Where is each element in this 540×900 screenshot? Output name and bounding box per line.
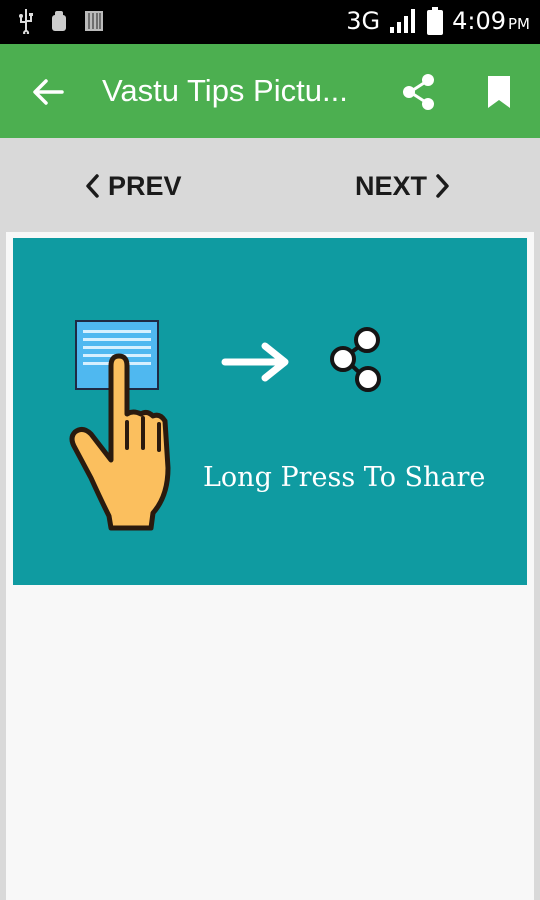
- bookmark-icon[interactable]: [484, 74, 514, 110]
- app-bar: Vastu Tips Pictu...: [0, 44, 540, 138]
- share-instruction-image[interactable]: Long Press To Share: [13, 238, 527, 585]
- prev-label: PREV: [108, 170, 182, 201]
- chevron-left-icon: [86, 174, 99, 198]
- next-button[interactable]: NEXT: [355, 166, 451, 206]
- chevron-right-icon: [436, 174, 449, 198]
- signal-icon: [390, 9, 416, 33]
- content-card: Long Press To Share: [6, 232, 534, 900]
- page-title: Vastu Tips Pictu...: [102, 73, 348, 108]
- navigation-row: PREV NEXT: [0, 138, 540, 232]
- long-press-to-share-text: Long Press To Share: [203, 462, 486, 493]
- usb-icon: [19, 9, 33, 34]
- clock: 4:09 PM: [452, 7, 530, 35]
- barcode-icon: [85, 11, 103, 31]
- android-debug-icon: [52, 11, 66, 31]
- battery-icon: [427, 7, 444, 35]
- long-press-illustration-icon: [69, 320, 381, 531]
- next-label: NEXT: [355, 170, 428, 201]
- share-icon[interactable]: [398, 71, 440, 113]
- prev-button[interactable]: PREV: [84, 166, 182, 206]
- status-bar: 3G 4:09 PM: [0, 0, 540, 44]
- back-arrow-icon[interactable]: [28, 72, 68, 112]
- network-type: 3G: [346, 7, 381, 35]
